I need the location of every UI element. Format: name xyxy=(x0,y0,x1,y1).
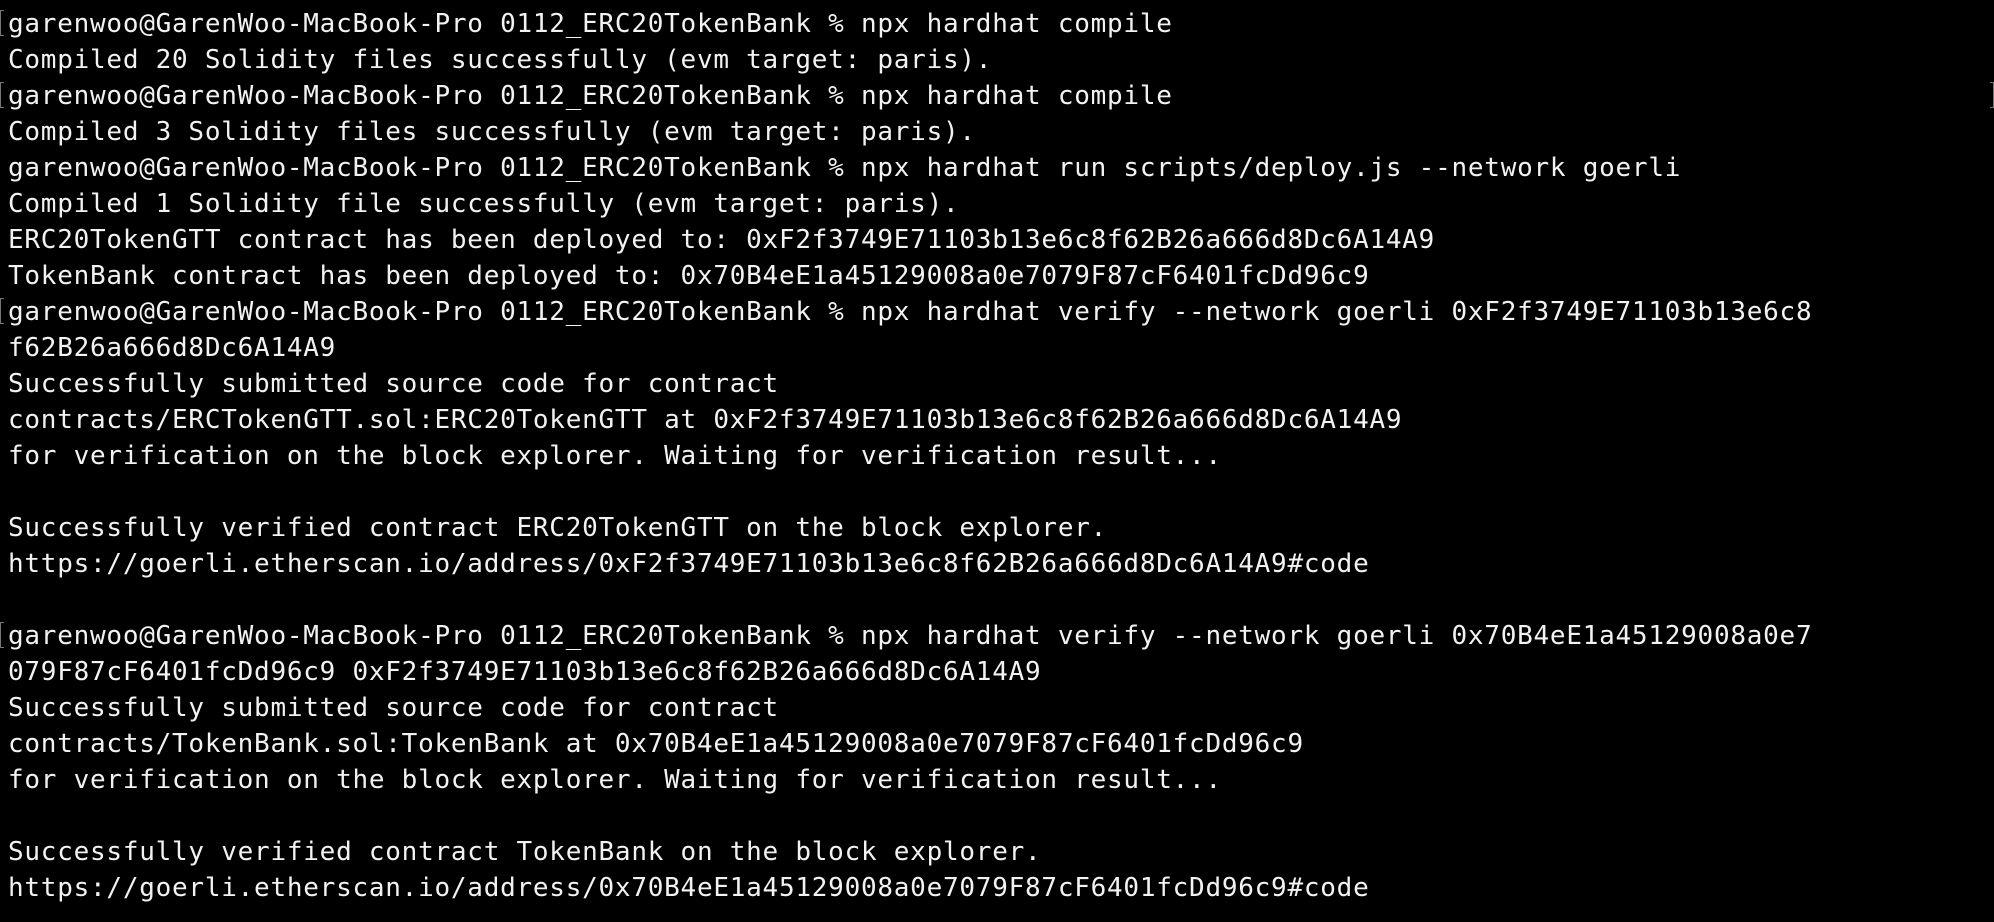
output-line: for verification on the block explorer. … xyxy=(8,441,1222,471)
prompt-mark-icon xyxy=(0,622,4,648)
output-line: contracts/ERCTokenGTT.sol:ERC20TokenGTT … xyxy=(8,405,1403,435)
terminal-window[interactable]: garenwoo@GarenWoo-MacBook-Pro 0112_ERC20… xyxy=(0,0,1994,922)
output-line: Compiled 1 Solidity file successfully (e… xyxy=(8,189,960,219)
command-line-compile: garenwoo@GarenWoo-MacBook-Pro 0112_ERC20… xyxy=(8,9,1173,39)
output-line: Successfully verified contract ERC20Toke… xyxy=(8,513,1108,543)
command-line-verify: garenwoo@GarenWoo-MacBook-Pro 0112_ERC20… xyxy=(8,297,1813,327)
command-line-deploy: garenwoo@GarenWoo-MacBook-Pro 0112_ERC20… xyxy=(8,153,1682,183)
command-line-continuation: f62B26a666d8Dc6A14A9 xyxy=(8,333,337,363)
output-line: Compiled 3 Solidity files successfully (… xyxy=(8,117,976,147)
prompt-mark-icon xyxy=(0,82,4,108)
output-link-line[interactable]: https://goerli.etherscan.io/address/0xF2… xyxy=(8,546,1994,582)
command-line-verify: garenwoo@GarenWoo-MacBook-Pro 0112_ERC20… xyxy=(8,621,1813,651)
output-line: Successfully submitted source code for c… xyxy=(8,369,779,399)
command-line-continuation: 079F87cF6401fcDd96c9 0xF2f3749E71103b13e… xyxy=(8,657,1042,687)
output-line: Compiled 20 Solidity files successfully … xyxy=(8,45,993,75)
output-line: ERC20TokenGTT contract has been deployed… xyxy=(8,225,1436,255)
prompt-mark-icon xyxy=(0,298,4,324)
output-line: TokenBank contract has been deployed to:… xyxy=(8,261,1370,291)
output-link-line[interactable]: https://goerli.etherscan.io/address/0x70… xyxy=(8,870,1994,906)
prompt-mark-icon xyxy=(1990,82,1994,108)
output-line: for verification on the block explorer. … xyxy=(8,765,1222,795)
output-line: Successfully submitted source code for c… xyxy=(8,693,779,723)
command-line-compile: garenwoo@GarenWoo-MacBook-Pro 0112_ERC20… xyxy=(8,81,1173,111)
output-line: Successfully verified contract TokenBank… xyxy=(8,837,1042,867)
output-line: contracts/TokenBank.sol:TokenBank at 0x7… xyxy=(8,729,1304,759)
prompt-mark-icon xyxy=(0,10,4,36)
